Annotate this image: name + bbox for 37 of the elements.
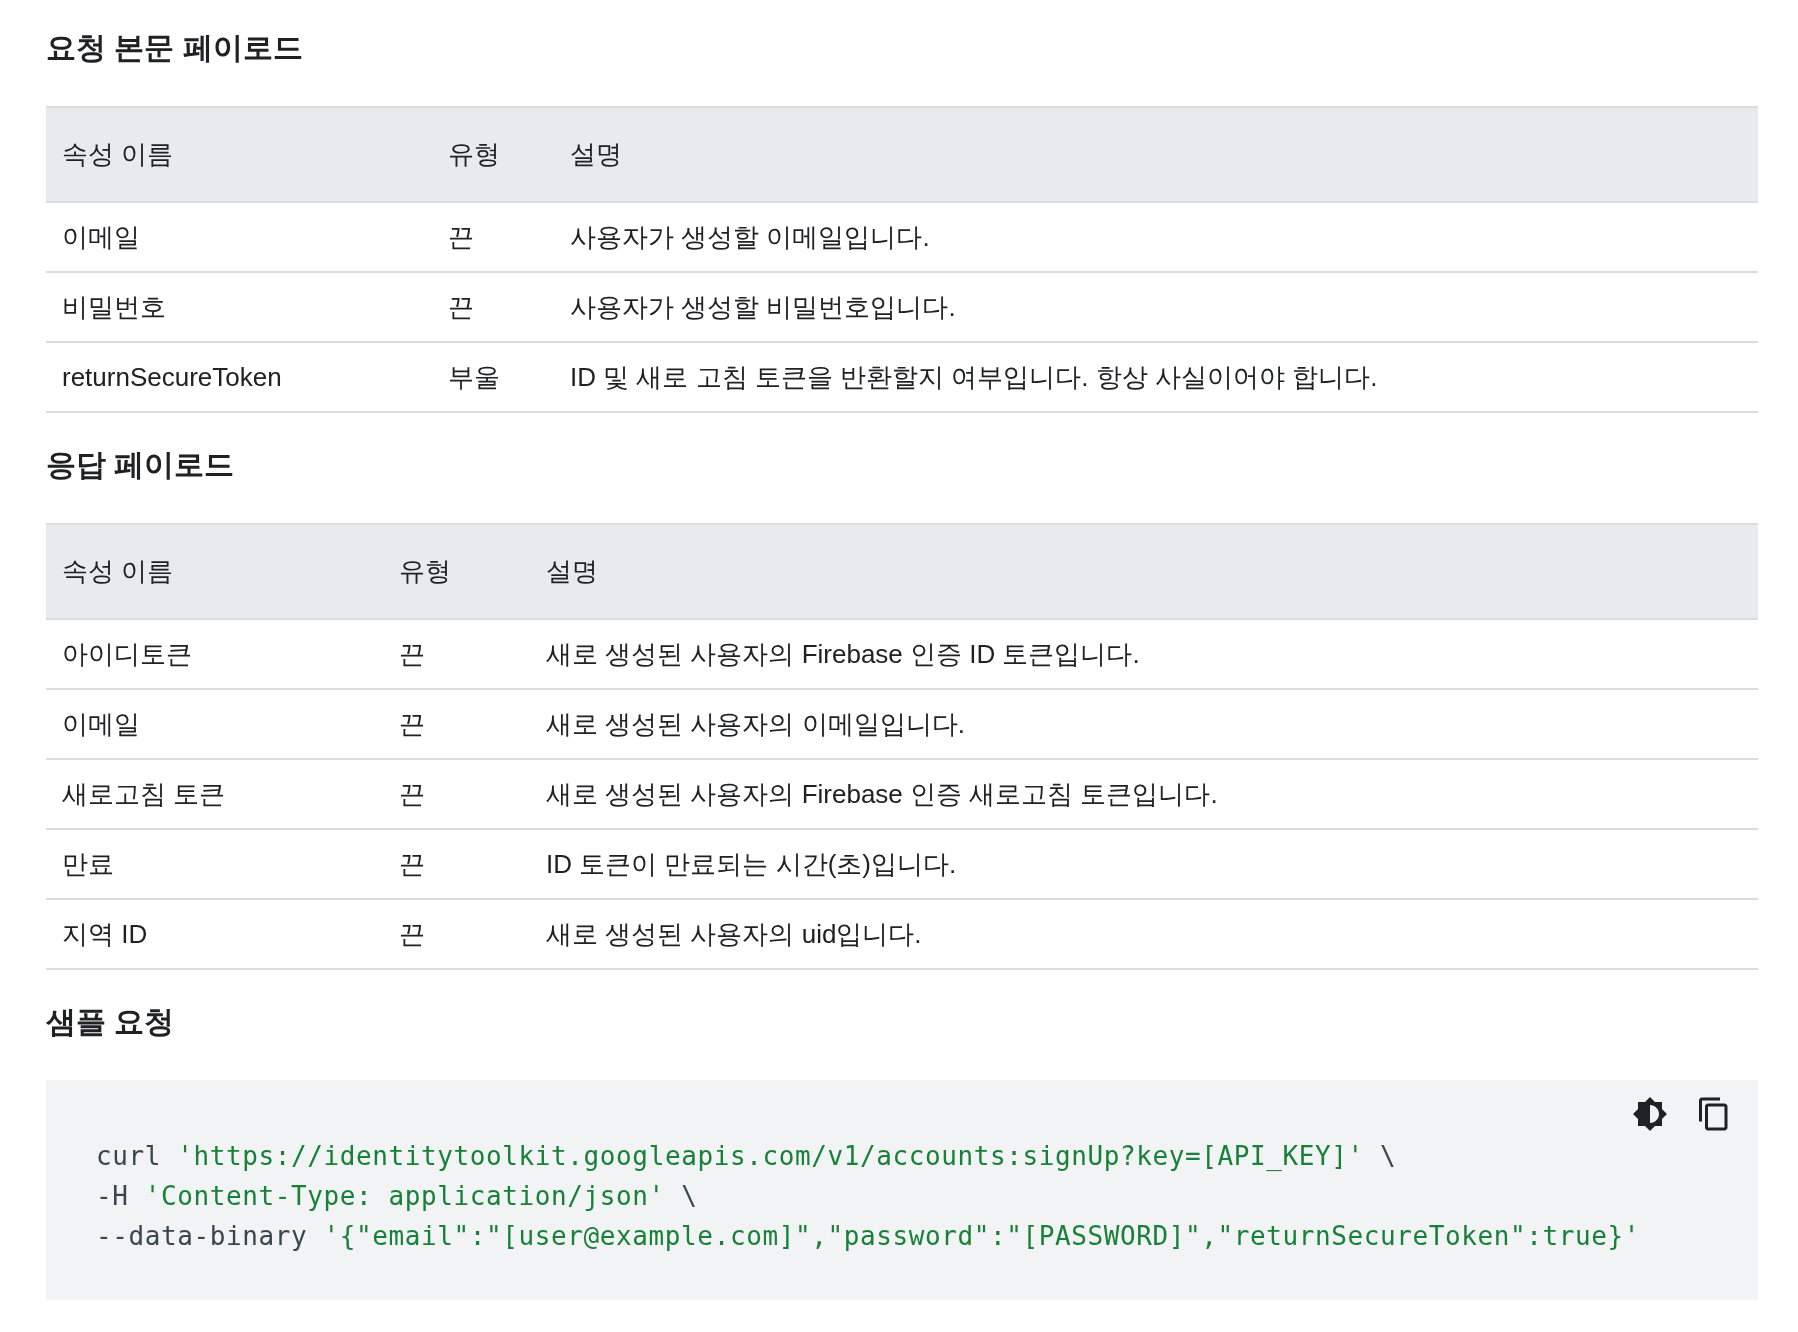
table-cell: ID 토큰이 만료되는 시간(초)입니다.: [530, 829, 1758, 899]
column-header: 설명: [530, 524, 1758, 619]
table-cell: 끈: [383, 899, 530, 969]
table-cell: 이메일: [46, 202, 432, 272]
column-header: 속성 이름: [46, 107, 432, 202]
table-cell: 아이디토큰: [46, 619, 383, 689]
table-cell: ID 및 새로 고침 토큰을 반환할지 여부입니다. 항상 사실이어야 합니다.: [554, 342, 1758, 412]
column-header: 속성 이름: [46, 524, 383, 619]
table-cell: 새로 생성된 사용자의 uid입니다.: [530, 899, 1758, 969]
table-cell: 지역 ID: [46, 899, 383, 969]
table-cell: 만료: [46, 829, 383, 899]
table-cell: 끈: [383, 759, 530, 829]
section-heading: 샘플 요청: [46, 1004, 176, 1040]
column-header: 설명: [554, 107, 1758, 202]
table-cell: 비밀번호: [46, 272, 432, 342]
code-line: -H 'Content-Type: application/json' \: [96, 1180, 699, 1213]
table-cell: 끈: [432, 202, 554, 272]
table-cell: 끈: [383, 689, 530, 759]
table-cell: 새로 생성된 사용자의 이메일입니다.: [530, 689, 1758, 759]
table-cell: 부울: [432, 342, 554, 412]
table-cell: returnSecureToken: [46, 342, 432, 412]
column-header: 유형: [383, 524, 530, 619]
table-cell: 끈: [383, 619, 530, 689]
table-cell: 끈: [383, 829, 530, 899]
table-cell: 끈: [432, 272, 554, 342]
section-heading: 요청 본문 페이로드: [46, 30, 304, 66]
code-line: curl 'https://identitytoolkit.googleapis.com/v1/accounts:signUp?key=[API_KEY]' \: [96, 1140, 1398, 1173]
code-line: --data-binary '{"email":"[user@example.com]","password":"[PASSWORD]","returnSecureToken":true}': [96, 1220, 1642, 1253]
section-heading: 응답 페이로드: [46, 447, 236, 483]
table-cell: 새로 생성된 사용자의 Firebase 인증 새로고침 토큰입니다.: [530, 759, 1758, 829]
column-header: 유형: [432, 107, 554, 202]
table-cell: 새로 생성된 사용자의 Firebase 인증 ID 토큰입니다.: [530, 619, 1758, 689]
table-cell: 사용자가 생성할 이메일입니다.: [554, 202, 1758, 272]
table-cell: 사용자가 생성할 비밀번호입니다.: [554, 272, 1758, 342]
table-cell: 이메일: [46, 689, 383, 759]
table-cell: 새로고침 토큰: [46, 759, 383, 829]
brightness-icon[interactable]: [1632, 1096, 1668, 1132]
